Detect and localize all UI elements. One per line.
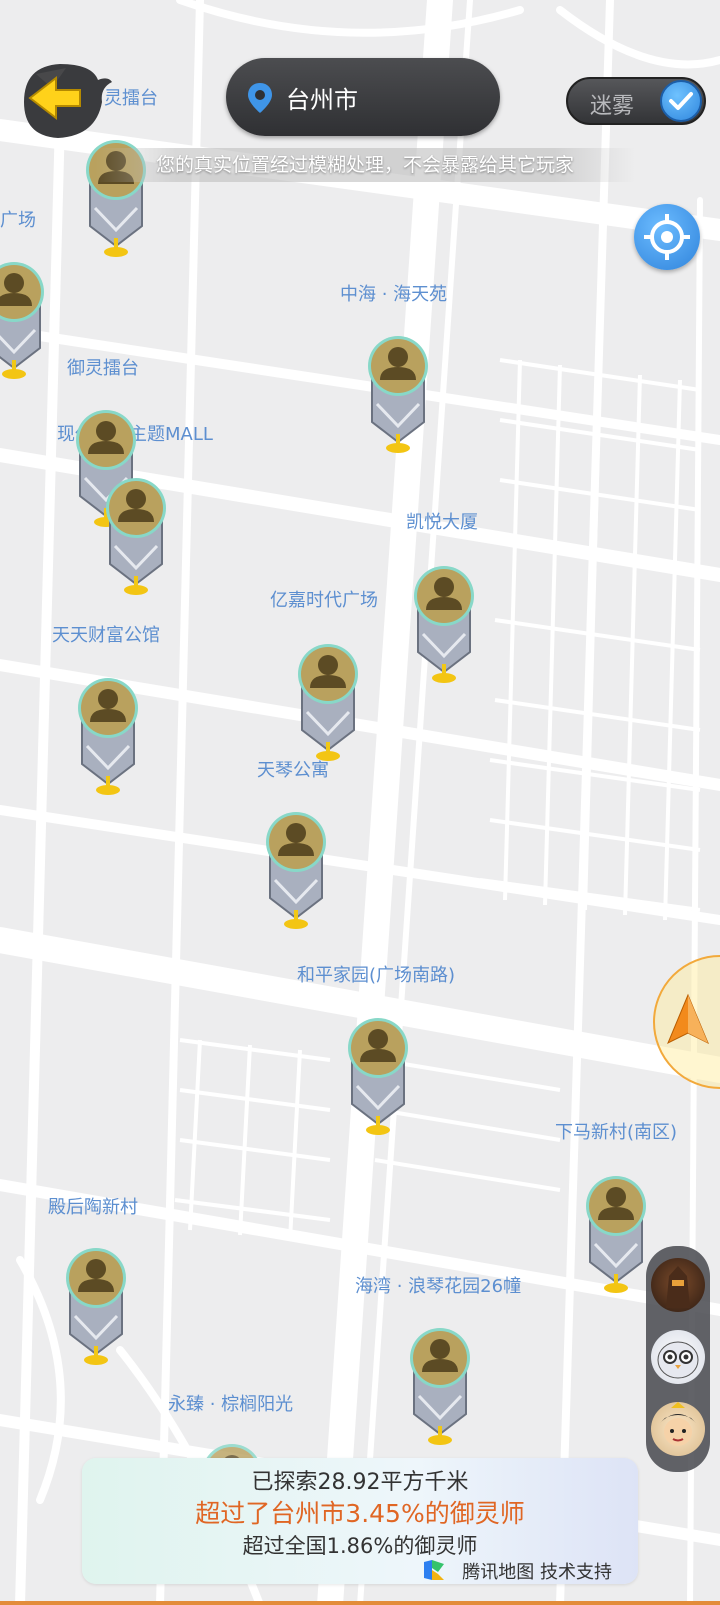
player-marker-icon[interactable] [584, 1174, 648, 1294]
privacy-note: 您的真实位置经过模糊处理，不会暴露给其它玩家 [95, 148, 635, 182]
poi-label: 海湾 · 浪琴花园26幢 [355, 1276, 522, 1297]
player-marker-icon[interactable] [346, 1016, 410, 1136]
poi-label: 永臻 · 棕榈阳光 [168, 1394, 294, 1415]
poi-label: 御灵擂台 [67, 358, 139, 379]
poi-label: 亿嘉时代广场 [270, 590, 378, 611]
location-pin-icon [248, 83, 272, 113]
check-icon [660, 80, 702, 122]
shikigami-avatar[interactable] [651, 1402, 705, 1456]
city-rank: 超过了台州市3.45%的御灵师 [195, 1499, 525, 1528]
tencent-map-logo-icon [424, 1560, 444, 1580]
player-marker-icon[interactable] [0, 260, 46, 380]
back-partial-label: 灵擂台 [104, 88, 158, 109]
poi-label: 殿后陶新村 [48, 1197, 138, 1218]
fog-toggle[interactable]: 迷雾 [566, 77, 706, 125]
player-marker-icon[interactable] [412, 564, 476, 684]
player-marker-icon[interactable] [76, 676, 140, 796]
player-marker-icon[interactable] [104, 476, 168, 596]
city-name: 台州市 [286, 86, 358, 114]
poi-label: 天天财富公馆 [52, 625, 160, 646]
explored-area: 已探索28.92平方千米 [251, 1470, 469, 1495]
poi-label: 下马新村(南区) [555, 1122, 678, 1143]
city-selector[interactable]: 台州市 [226, 58, 500, 136]
player-marker-icon[interactable] [264, 810, 328, 930]
poi-label: 和平家园(广场南路) [297, 965, 456, 986]
poi-label: 中海 · 海天苑 [340, 284, 448, 305]
fog-label: 迷雾 [590, 94, 635, 119]
player-marker-icon[interactable] [296, 642, 360, 762]
back-button[interactable] [16, 58, 112, 138]
national-rank: 超过全国1.86%的御灵师 [242, 1534, 478, 1558]
navigation-arrow-icon[interactable] [620, 955, 720, 1095]
player-marker-icon[interactable] [64, 1246, 128, 1366]
poi-label: 广场 [0, 210, 36, 231]
shikigami-avatar[interactable] [651, 1330, 705, 1384]
player-marker-icon[interactable] [408, 1326, 472, 1446]
locate-button[interactable] [634, 204, 700, 270]
locate-target-icon [644, 214, 690, 260]
avatar-rail [646, 1246, 710, 1472]
back-arrow-icon [24, 64, 112, 138]
map-credit: 腾讯地图 技术支持 [462, 1562, 612, 1583]
exploration-stats-panel: 已探索28.92平方千米 超过了台州市3.45%的御灵师 超过全国1.86%的御… [82, 1458, 638, 1584]
poi-label: 凯悦大厦 [406, 512, 478, 533]
player-marker-icon[interactable] [366, 334, 430, 454]
bottom-rule [0, 1601, 720, 1605]
shikigami-avatar[interactable] [651, 1258, 705, 1312]
